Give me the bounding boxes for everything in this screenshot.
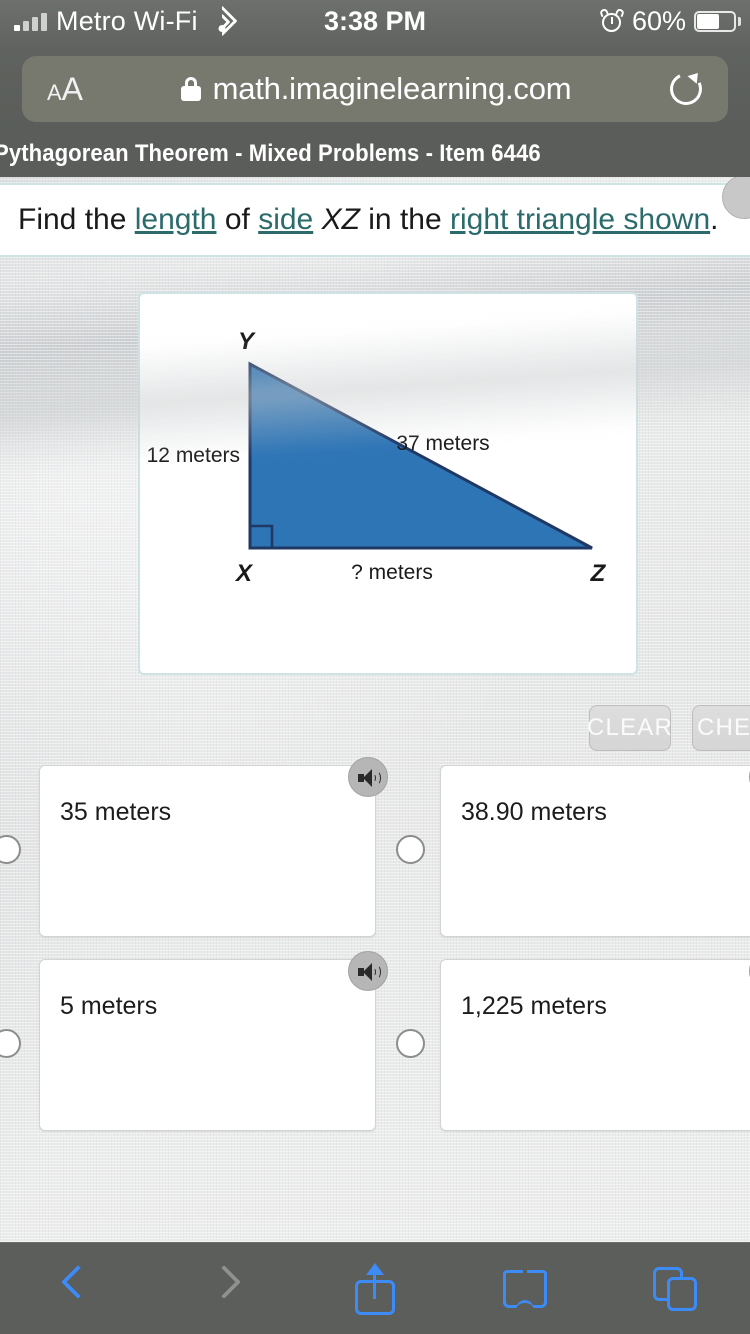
- answer-card-2[interactable]: 38.90 meters: [440, 765, 750, 937]
- answer-option-4[interactable]: 1,225 meters: [375, 951, 750, 1139]
- check-button[interactable]: CHECK: [692, 705, 750, 751]
- book-icon: [503, 1269, 547, 1310]
- question-prefix: Find the: [18, 203, 135, 236]
- tabs-icon: [653, 1266, 697, 1311]
- back-button[interactable]: [0, 1243, 150, 1334]
- action-row: CLEAR CHECK: [0, 705, 750, 751]
- glossary-link-side[interactable]: side: [258, 203, 313, 236]
- question-suffix: .: [710, 203, 719, 236]
- answer-radio-2[interactable]: [396, 835, 425, 864]
- answer-card-1[interactable]: 35 meters: [39, 765, 376, 937]
- answer-label-3: 5 meters: [60, 992, 158, 1020]
- url-bar[interactable]: AA math.imaginelearning.com: [22, 56, 728, 122]
- share-button[interactable]: [300, 1243, 450, 1334]
- question-bar: Find the length of side XZ in the right …: [0, 177, 750, 257]
- segment-name: XZ: [321, 203, 360, 236]
- battery-icon: [694, 10, 741, 32]
- back-chevron-icon: [61, 1264, 95, 1312]
- answer-radio-3[interactable]: [0, 1029, 21, 1058]
- side-label-vertical: 12 meters: [147, 444, 240, 467]
- page-title: Pythagorean Theorem - Mixed Problems - I…: [0, 139, 541, 167]
- answer-label-2: 38.90 meters: [461, 798, 607, 826]
- battery-percent-label: 60%: [631, 6, 686, 36]
- bookmarks-button[interactable]: [450, 1243, 600, 1334]
- vertex-label-y: Y: [238, 328, 256, 355]
- glossary-link-right-triangle[interactable]: right triangle shown: [450, 203, 710, 236]
- screen: Metro Wi-Fi 3:38 PM 60% AA math.imaginel…: [0, 0, 750, 1334]
- glossary-link-length[interactable]: length: [135, 203, 217, 236]
- page-title-bar: Pythagorean Theorem - Mixed Problems - I…: [0, 130, 750, 177]
- reload-button[interactable]: [644, 68, 728, 110]
- question-mid-3: in the: [359, 203, 450, 236]
- answer-option-1[interactable]: 35 meters: [0, 757, 420, 945]
- answer-card-3[interactable]: 5 meters: [39, 959, 376, 1131]
- share-icon: [355, 1262, 395, 1315]
- clear-button[interactable]: CLEAR: [587, 705, 672, 751]
- text-size-button[interactable]: AA: [22, 71, 108, 108]
- address-field[interactable]: math.imaginelearning.com: [108, 71, 644, 107]
- url-text: math.imaginelearning.com: [212, 71, 572, 106]
- question-mid-2: [313, 203, 321, 236]
- answer-option-2[interactable]: 38.90 meters: [375, 757, 750, 945]
- vertex-label-z: Z: [590, 560, 607, 587]
- reload-icon: [665, 68, 707, 110]
- diagram-card: Y X Z 12 meters 37 meters ? meters: [138, 292, 638, 675]
- question-text: Find the length of side XZ in the right …: [0, 203, 718, 237]
- question-speaker-button[interactable]: [722, 177, 750, 219]
- side-label-hypotenuse: 37 meters: [396, 432, 489, 455]
- answer-card-4[interactable]: 1,225 meters: [440, 959, 750, 1131]
- tabs-button[interactable]: [600, 1243, 750, 1334]
- answer-radio-4[interactable]: [396, 1029, 425, 1058]
- lock-icon: [180, 77, 201, 101]
- answer-label-4: 1,225 meters: [461, 992, 607, 1020]
- status-bar-right: 60%: [598, 6, 741, 36]
- browser-url-bar-area: AA math.imaginelearning.com: [0, 52, 750, 130]
- web-content: Find the length of side XZ in the right …: [0, 177, 750, 1242]
- vertex-label-x: X: [234, 560, 254, 587]
- alarm-clock-icon: [598, 7, 625, 33]
- side-label-horizontal: ? meters: [351, 561, 433, 584]
- answer-option-3[interactable]: 5 meters: [0, 951, 420, 1139]
- question-mid-1: of: [216, 203, 259, 236]
- answer-label-1: 35 meters: [60, 798, 172, 826]
- answer-radio-1[interactable]: [0, 835, 21, 864]
- browser-toolbar: [0, 1242, 750, 1334]
- status-bar: Metro Wi-Fi 3:38 PM 60%: [0, 0, 750, 52]
- forward-button[interactable]: [150, 1243, 300, 1334]
- triangle-shape: [248, 361, 593, 550]
- right-triangle-figure: Y X Z 12 meters 37 meters ? meters: [147, 328, 607, 587]
- forward-chevron-icon: [207, 1264, 241, 1312]
